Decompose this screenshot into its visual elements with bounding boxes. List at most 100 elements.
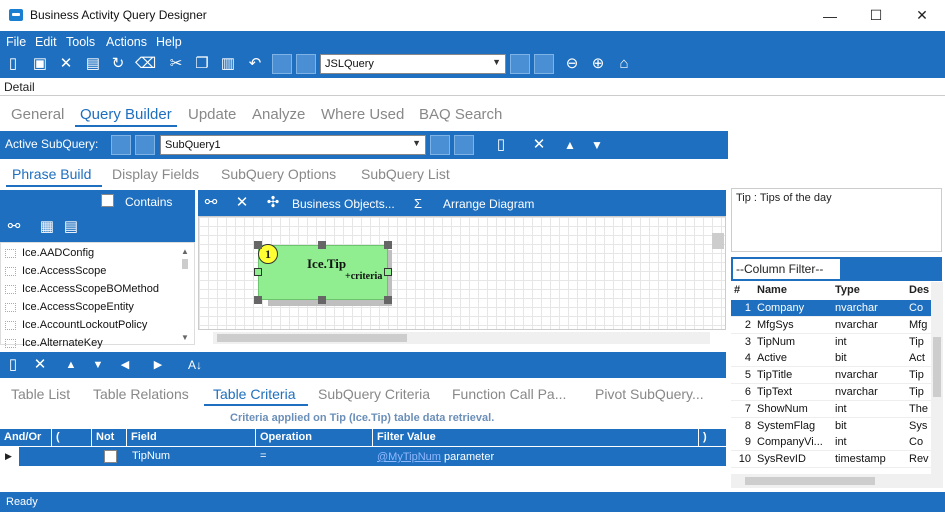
resize-handle[interactable]: [254, 296, 262, 304]
subquery-next-button[interactable]: [430, 135, 450, 155]
scrollbar-thumb[interactable]: [182, 259, 188, 269]
table-row[interactable]: 7 ShowNum int The: [731, 400, 931, 418]
tab-subquery-options[interactable]: SubQuery Options: [221, 166, 336, 182]
table-row[interactable]: 8 SystemFlag bit Sys: [731, 417, 931, 435]
back-icon[interactable]: ⊖: [563, 55, 581, 73]
calculator-icon[interactable]: ▤: [62, 218, 80, 236]
tab-subquery-criteria[interactable]: SubQuery Criteria: [318, 386, 430, 402]
column-grid-hscrollbar[interactable]: [731, 474, 943, 488]
last-record-button[interactable]: [534, 54, 554, 74]
table-row[interactable]: 4 Active bit Act: [731, 350, 931, 368]
paste-icon[interactable]: ▥: [219, 55, 237, 73]
link-icon[interactable]: ⚯: [202, 194, 220, 212]
table-row[interactable]: 6 TipText nvarchar Tip: [731, 384, 931, 401]
row-selector-icon[interactable]: ▶: [0, 447, 19, 466]
tab-function-call[interactable]: Function Call Pa...: [452, 386, 566, 402]
resize-handle[interactable]: [384, 241, 392, 249]
menu-help[interactable]: Help: [156, 35, 182, 49]
tab-query-builder[interactable]: Query Builder: [75, 106, 177, 127]
tab-display-fields[interactable]: Display Fields: [112, 166, 199, 182]
new-subquery-icon[interactable]: ▯: [492, 136, 510, 154]
subquery-prev-button[interactable]: [135, 135, 155, 155]
list-item[interactable]: Ice.AccessScopeEntity: [5, 298, 134, 316]
col-header-num[interactable]: #: [734, 282, 754, 299]
move-up-icon[interactable]: ▲: [62, 356, 80, 374]
connector-handle[interactable]: [254, 268, 262, 276]
criteria-operation[interactable]: =: [260, 450, 266, 462]
tab-where-used[interactable]: Where Used: [321, 106, 404, 123]
tab-table-list[interactable]: Table List: [11, 386, 70, 402]
forward-icon[interactable]: ⊕: [589, 55, 607, 73]
undo-icon[interactable]: ↶: [246, 55, 264, 73]
header-close-paren[interactable]: ): [699, 429, 726, 446]
list-item[interactable]: Ice.AccountLockoutPolicy: [5, 316, 147, 334]
delete-subquery-icon[interactable]: ✕: [530, 136, 548, 154]
move-up-icon[interactable]: ▲: [561, 136, 579, 154]
refresh-icon[interactable]: ↻: [109, 55, 127, 73]
arrange-diagram-button[interactable]: Arrange Diagram: [443, 197, 534, 211]
not-checkbox[interactable]: [104, 450, 117, 463]
diagram-hscrollbar[interactable]: [213, 332, 710, 344]
list-item[interactable]: Ice.AADConfig: [5, 244, 94, 262]
scroll-down-icon[interactable]: ▼: [181, 333, 189, 342]
scroll-up-icon[interactable]: ▲: [181, 247, 189, 256]
tab-analyze[interactable]: Analyze: [252, 106, 305, 123]
close-button[interactable]: ✕: [899, 0, 945, 31]
subquery-last-button[interactable]: [454, 135, 474, 155]
minimize-button[interactable]: —: [807, 0, 853, 31]
resize-handle[interactable]: [318, 296, 326, 304]
header-operation[interactable]: Operation: [256, 429, 373, 446]
resize-handle[interactable]: [384, 296, 392, 304]
link-icon[interactable]: ⚯: [5, 218, 23, 236]
home-icon[interactable]: ⌂: [615, 55, 633, 73]
menu-edit[interactable]: Edit: [35, 35, 57, 49]
move-down-icon[interactable]: ▼: [588, 136, 606, 154]
delete-criteria-icon[interactable]: ✕: [31, 356, 49, 374]
table-row[interactable]: 2 MfgSys nvarchar Mfg: [731, 316, 931, 334]
list-item[interactable]: Ice.AccessScope: [5, 262, 106, 280]
criteria-field[interactable]: TipNum: [132, 450, 170, 462]
move-left-icon[interactable]: ◀: [116, 356, 134, 374]
menu-file[interactable]: File: [6, 35, 26, 49]
tab-table-relations[interactable]: Table Relations: [93, 386, 189, 402]
criteria-filter-value[interactable]: @MyTipNum parameter: [377, 451, 494, 463]
header-filter-value[interactable]: Filter Value: [373, 429, 699, 446]
sort-icon[interactable]: A↓: [186, 356, 204, 374]
resize-handle[interactable]: [254, 241, 262, 249]
tab-baq-search[interactable]: BAQ Search: [419, 106, 502, 123]
first-record-button[interactable]: [272, 54, 292, 74]
filter-parameter-link[interactable]: @MyTipNum: [377, 451, 441, 463]
hierarchy-icon[interactable]: ✣: [264, 194, 282, 212]
print-icon[interactable]: ▤: [84, 55, 102, 73]
tab-subquery-list[interactable]: SubQuery List: [361, 166, 450, 182]
save-icon[interactable]: ▣: [31, 55, 49, 73]
list-item[interactable]: Ice.AlternateKey: [5, 334, 103, 352]
delete-icon[interactable]: ✕: [233, 194, 251, 212]
resize-handle[interactable]: [318, 241, 326, 249]
col-header-desc[interactable]: Des: [909, 282, 931, 299]
column-grid-vscrollbar[interactable]: [931, 282, 943, 474]
diagram-vscroll-thumb[interactable]: [712, 233, 724, 249]
column-filter-input[interactable]: --Column Filter--: [733, 259, 840, 279]
col-header-name[interactable]: Name: [757, 282, 832, 299]
move-down-icon[interactable]: ▼: [89, 356, 107, 374]
scrollbar-thumb[interactable]: [933, 337, 941, 397]
copy-icon[interactable]: ❐: [193, 55, 211, 73]
query-select[interactable]: JSLQuery ▼: [320, 54, 506, 74]
col-header-type[interactable]: Type: [835, 282, 907, 299]
tab-pivot-subquery[interactable]: Pivot SubQuery...: [595, 386, 704, 402]
cut-icon[interactable]: ✂: [167, 55, 185, 73]
subquery-select[interactable]: SubQuery1 ▼: [160, 135, 426, 155]
tab-general[interactable]: General: [11, 106, 64, 123]
new-icon[interactable]: ▯: [4, 55, 22, 73]
business-objects-button[interactable]: Business Objects...: [292, 197, 395, 211]
table-row[interactable]: 10 SysRevID timestamp Rev: [731, 451, 931, 469]
subquery-first-button[interactable]: [111, 135, 131, 155]
table-row[interactable]: 3 TipNum int Tip: [731, 333, 931, 351]
connector-handle[interactable]: [384, 268, 392, 276]
clear-icon[interactable]: ⌫: [135, 55, 156, 73]
header-field[interactable]: Field: [127, 429, 256, 446]
scrollbar-thumb[interactable]: [217, 334, 407, 342]
tab-update[interactable]: Update: [188, 106, 236, 123]
new-criteria-icon[interactable]: ▯: [4, 356, 22, 374]
